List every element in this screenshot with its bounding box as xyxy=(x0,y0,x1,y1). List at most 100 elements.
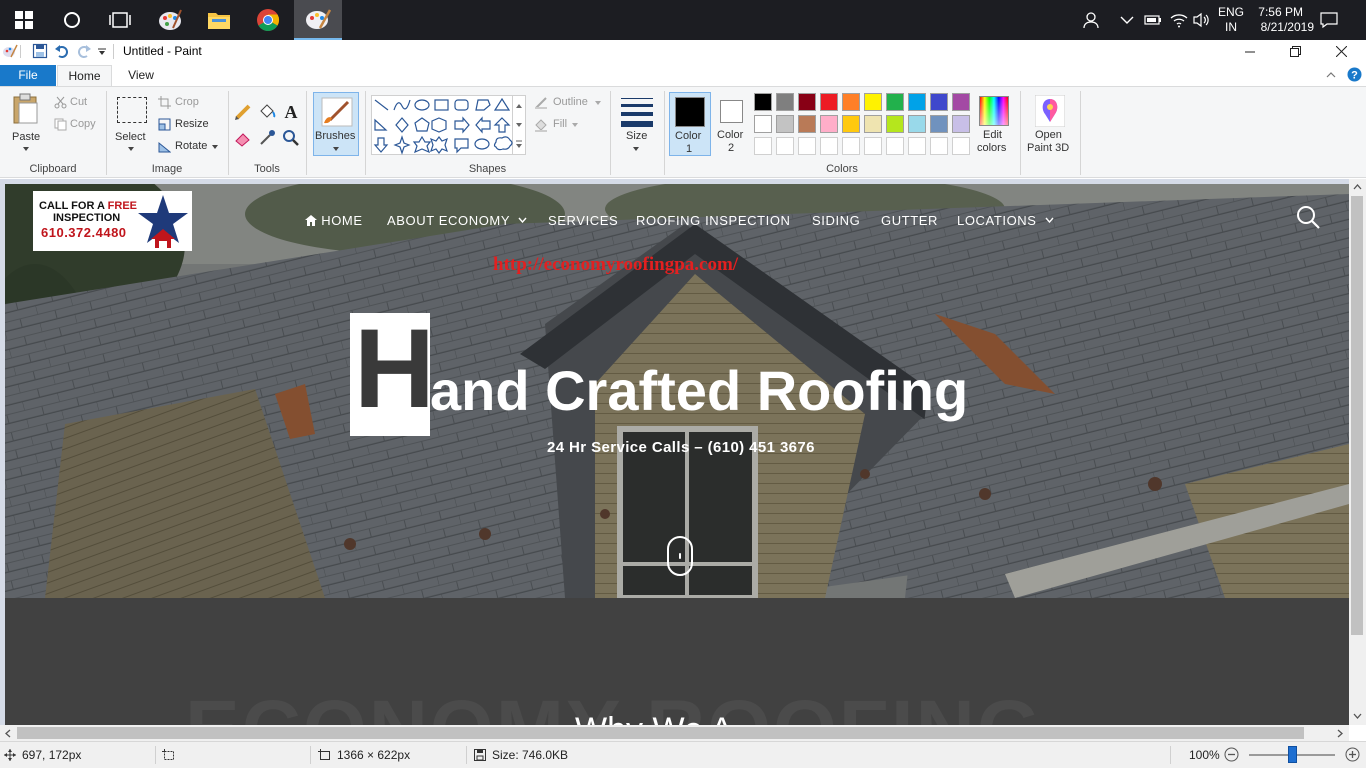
palette-custom-slot[interactable] xyxy=(886,137,904,155)
tab-file[interactable]: File xyxy=(0,65,56,86)
fill-dropdown[interactable]: Fill xyxy=(532,117,604,133)
palette-color[interactable] xyxy=(842,115,860,133)
palette-color[interactable] xyxy=(886,93,904,111)
taskbar-app-file-explorer[interactable] xyxy=(195,0,243,40)
palette-color[interactable] xyxy=(754,93,772,111)
text-tool[interactable]: A xyxy=(282,102,302,122)
palette-color[interactable] xyxy=(776,93,794,111)
taskbar-app-paint-active[interactable] xyxy=(294,0,342,40)
palette-custom-slot[interactable] xyxy=(908,137,926,155)
input-language-button[interactable]: ENG IN xyxy=(1216,0,1246,40)
site-search-button[interactable] xyxy=(1295,204,1321,230)
scroll-up-arrow-icon[interactable] xyxy=(1353,184,1362,190)
nav-home[interactable]: HOME xyxy=(305,213,363,228)
palette-custom-slot[interactable] xyxy=(864,137,882,155)
select-button[interactable]: Select xyxy=(112,89,152,157)
battery-button[interactable] xyxy=(1144,0,1162,40)
resize-button[interactable]: Resize xyxy=(156,117,216,133)
undo-button[interactable] xyxy=(54,43,70,59)
copy-button[interactable]: Copy xyxy=(52,117,102,133)
people-button[interactable] xyxy=(1083,0,1105,40)
scroll-left-arrow-icon[interactable] xyxy=(5,729,11,738)
restore-button[interactable] xyxy=(1272,40,1318,63)
palette-custom-slot[interactable] xyxy=(798,137,816,155)
nav-about-economy[interactable]: ABOUT ECONOMY xyxy=(387,213,527,228)
open-paint3d-button[interactable]: Open Paint 3D xyxy=(1024,92,1076,156)
network-button[interactable] xyxy=(1169,0,1189,40)
redo-button[interactable] xyxy=(76,43,92,59)
vertical-scroll-thumb[interactable] xyxy=(1351,196,1363,635)
palette-color[interactable] xyxy=(820,93,838,111)
eraser-tool[interactable] xyxy=(234,129,254,149)
taskbar-app-paint-classic[interactable] xyxy=(146,0,194,40)
palette-color[interactable] xyxy=(930,93,948,111)
tab-home[interactable]: Home xyxy=(57,65,112,87)
palette-color[interactable] xyxy=(754,115,772,133)
scroll-right-arrow-icon[interactable] xyxy=(1337,729,1343,738)
pencil-tool[interactable] xyxy=(234,103,254,123)
horizontal-scroll-thumb[interactable] xyxy=(17,727,1304,739)
customize-qat-button[interactable] xyxy=(97,46,109,58)
palette-custom-slot[interactable] xyxy=(820,137,838,155)
crop-button[interactable]: Crop xyxy=(156,95,216,111)
action-center-button[interactable] xyxy=(1320,0,1346,40)
clock-button[interactable]: 7:56 PM 8/21/2019 xyxy=(1252,0,1314,40)
rotate-button[interactable]: Rotate xyxy=(156,139,222,155)
palette-custom-slot[interactable] xyxy=(776,137,794,155)
show-hidden-icons-button[interactable] xyxy=(1120,0,1138,40)
paste-button[interactable]: Paste xyxy=(6,89,46,157)
close-button[interactable] xyxy=(1318,40,1364,63)
palette-color[interactable] xyxy=(798,93,816,111)
volume-button[interactable] xyxy=(1192,0,1212,40)
palette-custom-slot[interactable] xyxy=(952,137,970,155)
edit-colors-button[interactable]: Edit colors xyxy=(974,92,1014,156)
palette-color[interactable] xyxy=(930,115,948,133)
size-button[interactable]: Size xyxy=(616,92,658,156)
canvas-area[interactable]: CALL FOR A FREE INSPECTION 610.372.4480 … xyxy=(0,179,1366,725)
brushes-button[interactable]: Brushes xyxy=(313,92,359,156)
color1-button[interactable]: Color 1 xyxy=(669,92,711,156)
cut-button[interactable]: Cut xyxy=(52,95,102,111)
nav-locations[interactable]: LOCATIONS xyxy=(957,213,1054,228)
nav-gutter[interactable]: GUTTER xyxy=(881,213,938,228)
tab-view[interactable]: View xyxy=(114,65,168,86)
zoom-out-button[interactable] xyxy=(1224,747,1240,763)
nav-siding[interactable]: SIDING xyxy=(812,213,860,228)
scroll-down-indicator[interactable] xyxy=(667,536,693,576)
shapes-gallery-scroll[interactable] xyxy=(513,95,526,155)
palette-color[interactable] xyxy=(842,93,860,111)
color-picker-tool[interactable] xyxy=(258,129,278,149)
nav-roofing-inspection[interactable]: ROOFING INSPECTION xyxy=(636,213,791,228)
horizontal-scrollbar[interactable] xyxy=(0,725,1349,741)
magnifier-tool[interactable] xyxy=(282,129,302,149)
drawing-canvas[interactable]: CALL FOR A FREE INSPECTION 610.372.4480 … xyxy=(5,184,1349,725)
vertical-scrollbar[interactable] xyxy=(1349,179,1366,725)
shapes-gallery[interactable] xyxy=(371,95,513,155)
palette-color[interactable] xyxy=(864,93,882,111)
fill-tool[interactable] xyxy=(258,103,278,123)
start-button[interactable] xyxy=(0,0,48,40)
palette-color[interactable] xyxy=(864,115,882,133)
outline-dropdown[interactable]: Outline xyxy=(532,95,604,111)
palette-color[interactable] xyxy=(820,115,838,133)
nav-services[interactable]: SERVICES xyxy=(548,213,618,228)
cortana-button[interactable] xyxy=(48,0,96,40)
palette-color[interactable] xyxy=(776,115,794,133)
scroll-down-arrow-icon[interactable] xyxy=(1353,713,1362,719)
palette-color[interactable] xyxy=(908,93,926,111)
palette-color[interactable] xyxy=(952,115,970,133)
color2-button[interactable]: Color 2 xyxy=(713,92,751,156)
taskbar-app-chrome[interactable] xyxy=(244,0,292,40)
palette-color[interactable] xyxy=(952,93,970,111)
zoom-slider-thumb[interactable] xyxy=(1288,746,1297,763)
minimize-ribbon-button[interactable] xyxy=(1325,69,1339,81)
zoom-in-button[interactable] xyxy=(1345,747,1361,763)
task-view-button[interactable] xyxy=(96,0,144,40)
minimize-button[interactable] xyxy=(1227,40,1273,63)
palette-custom-slot[interactable] xyxy=(754,137,772,155)
palette-color[interactable] xyxy=(908,115,926,133)
help-button[interactable]: ? xyxy=(1347,67,1363,83)
palette-custom-slot[interactable] xyxy=(842,137,860,155)
save-button[interactable] xyxy=(32,43,48,59)
palette-custom-slot[interactable] xyxy=(930,137,948,155)
